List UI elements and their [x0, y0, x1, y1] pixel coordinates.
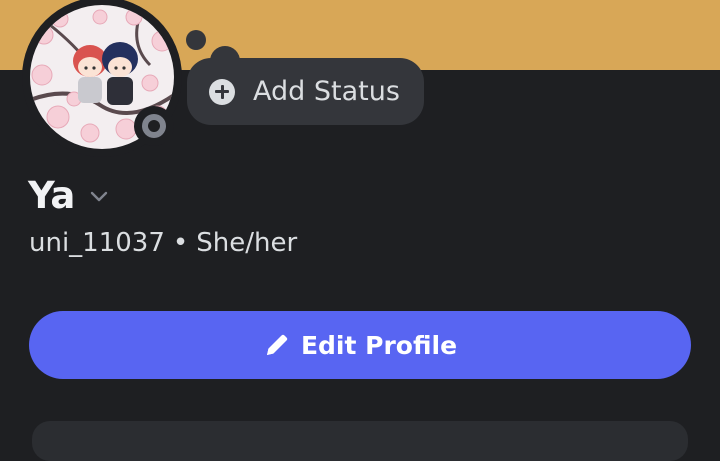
pencil-icon — [266, 334, 288, 355]
separator-dot: • — [172, 228, 189, 258]
display-name: Ya — [28, 174, 75, 217]
edit-profile-label: Edit Profile — [300, 330, 458, 360]
add-status-button[interactable]: Add Status — [187, 58, 424, 125]
status-bubble-tail-small — [186, 30, 206, 50]
offline-status-icon — [142, 114, 166, 138]
username-pronouns-line: uni_11037 • She/her — [29, 228, 297, 258]
chevron-down-icon — [91, 191, 108, 201]
plus-circle-icon — [209, 78, 235, 105]
display-name-row[interactable]: Ya — [28, 174, 108, 217]
pronouns: She/her — [196, 228, 298, 258]
add-status-label: Add Status — [253, 76, 400, 107]
edit-profile-button[interactable]: Edit Profile — [29, 311, 691, 379]
username: uni_11037 — [29, 228, 165, 258]
presence-indicator — [134, 106, 174, 146]
profile-info-card — [32, 421, 688, 461]
